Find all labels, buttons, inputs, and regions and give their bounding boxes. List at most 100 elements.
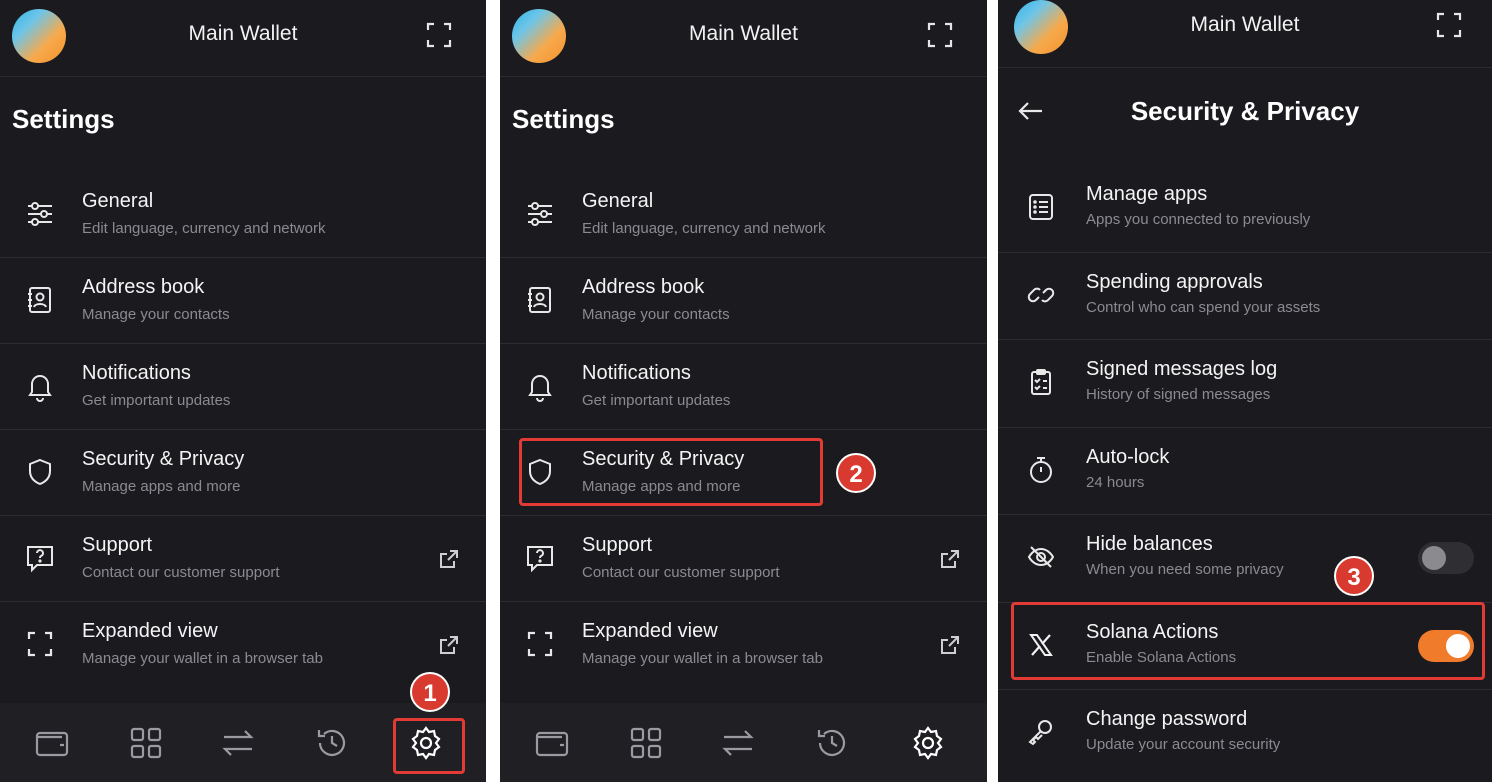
settings-item-general[interactable]: General Edit language, currency and netw…	[0, 172, 486, 258]
security-item-manage-apps[interactable]: Manage apps Apps you connected to previo…	[998, 165, 1492, 253]
wallet-icon[interactable]	[34, 725, 70, 761]
item-title: Manage apps	[1086, 183, 1208, 205]
settings-item-expanded-view[interactable]: Expanded view Manage your wallet in a br…	[0, 602, 486, 688]
external-link-icon	[939, 634, 961, 656]
expand-icon	[24, 628, 56, 660]
settings-item-address-book[interactable]: Address book Manage your contacts	[0, 258, 486, 344]
item-subtitle: Get important updates	[82, 392, 231, 409]
history-icon[interactable]	[814, 725, 850, 761]
settings-menu: General Edit language, currency and netw…	[0, 172, 486, 688]
security-item-auto-lock[interactable]: Auto-lock 24 hours	[998, 428, 1492, 515]
swap-icon[interactable]	[220, 725, 256, 761]
contact-book-icon	[24, 284, 56, 316]
item-title: Expanded view	[582, 620, 718, 642]
list-icon	[1026, 192, 1056, 222]
wallet-header: Main Wallet	[0, 0, 486, 77]
fullscreen-icon[interactable]	[1436, 12, 1462, 38]
wallet-title[interactable]: Main Wallet	[998, 13, 1492, 37]
wallet-header: Main Wallet	[500, 0, 987, 77]
bell-icon	[24, 370, 56, 402]
item-title: Signed messages log	[1086, 358, 1278, 380]
hide-balances-toggle[interactable]	[1418, 542, 1474, 574]
step-badge-3: 3	[1334, 556, 1374, 596]
item-title: Change password	[1086, 708, 1248, 730]
item-subtitle: Contact our customer support	[82, 564, 280, 581]
contact-book-icon	[524, 284, 556, 316]
settings-screen-step-2: Main Wallet Settings General Edit langua…	[500, 0, 987, 782]
settings-item-expanded-view[interactable]: Expanded view Manage your wallet in a br…	[500, 602, 987, 688]
item-subtitle: Manage your wallet in a browser tab	[582, 650, 823, 667]
external-link-icon	[939, 548, 961, 570]
item-subtitle: Edit language, currency and network	[582, 220, 826, 237]
help-chat-icon	[524, 542, 556, 574]
security-privacy-screen-step-3: Main Wallet Security & Privacy Manage ap…	[998, 0, 1492, 782]
fullscreen-icon[interactable]	[927, 22, 953, 48]
settings-gear-icon[interactable]	[910, 725, 946, 761]
security-item-signed-messages-log[interactable]: Signed messages log History of signed me…	[998, 340, 1492, 428]
item-subtitle: History of signed messages	[1086, 386, 1271, 403]
item-subtitle: Control who can spend your assets	[1086, 298, 1321, 316]
history-icon[interactable]	[314, 725, 350, 761]
item-subtitle: Get important updates	[582, 392, 731, 409]
item-title: Expanded view	[82, 620, 218, 642]
expand-icon	[524, 628, 556, 660]
wallet-icon[interactable]	[534, 725, 570, 761]
fullscreen-icon[interactable]	[426, 22, 452, 48]
wallet-title[interactable]: Main Wallet	[0, 22, 486, 46]
item-title: Notifications	[582, 362, 691, 384]
page-title: Security & Privacy	[1130, 96, 1360, 126]
shield-icon	[24, 456, 56, 488]
item-subtitle: 24 hours	[1086, 473, 1145, 491]
clipboard-check-icon	[1026, 367, 1056, 397]
item-subtitle: Contact our customer support	[582, 564, 780, 581]
sliders-icon	[24, 198, 56, 230]
item-subtitle: Manage your contacts	[582, 306, 730, 323]
key-icon	[1026, 717, 1056, 747]
highlight-solana-actions	[1011, 602, 1485, 680]
step-badge-2: 2	[836, 453, 876, 493]
item-subtitle: Manage your wallet in a browser tab	[82, 650, 323, 667]
item-title: Support	[82, 534, 153, 556]
item-title: Address book	[82, 276, 205, 298]
item-title: Notifications	[82, 362, 191, 384]
eye-off-icon	[1026, 542, 1056, 572]
external-link-icon	[438, 548, 460, 570]
item-subtitle: Edit language, currency and network	[82, 220, 326, 237]
item-title: Address book	[582, 276, 705, 298]
stopwatch-icon	[1026, 455, 1056, 485]
page-title: Settings	[512, 104, 615, 134]
link-icon	[1026, 280, 1056, 310]
item-title: Spending approvals	[1086, 270, 1263, 293]
bell-icon	[524, 370, 556, 402]
item-title: General	[82, 190, 154, 212]
item-subtitle: Update your account security	[1086, 736, 1281, 753]
security-item-hide-balances[interactable]: Hide balances When you need some privacy	[998, 515, 1492, 603]
item-title: Hide balances	[1086, 533, 1213, 555]
security-item-change-password[interactable]: Change password Update your account secu…	[998, 690, 1492, 778]
external-link-icon	[438, 634, 460, 656]
item-title: General	[582, 190, 654, 212]
item-title: Auto-lock	[1086, 445, 1170, 468]
apps-grid-icon[interactable]	[628, 725, 664, 761]
help-chat-icon	[24, 542, 56, 574]
highlight-settings-tab	[393, 718, 465, 774]
wallet-header: Main Wallet	[998, 0, 1492, 68]
item-subtitle: Apps you connected to previously	[1086, 211, 1311, 228]
settings-item-notifications[interactable]: Notifications Get important updates	[0, 344, 486, 430]
swap-icon[interactable]	[720, 725, 756, 761]
settings-item-support[interactable]: Support Contact our customer support	[0, 516, 486, 602]
step-badge-1: 1	[410, 672, 450, 712]
settings-item-address-book[interactable]: Address book Manage your contacts	[500, 258, 987, 344]
settings-item-support[interactable]: Support Contact our customer support	[500, 516, 987, 602]
page-title: Settings	[12, 104, 115, 134]
item-title: Security & Privacy	[82, 448, 245, 470]
wallet-title[interactable]: Main Wallet	[500, 22, 987, 46]
bottom-nav	[500, 703, 987, 782]
settings-item-general[interactable]: General Edit language, currency and netw…	[500, 172, 987, 258]
security-item-spending-approvals[interactable]: Spending approvals Control who can spend…	[998, 253, 1492, 340]
apps-grid-icon[interactable]	[128, 725, 164, 761]
settings-item-notifications[interactable]: Notifications Get important updates	[500, 344, 987, 430]
security-menu: Manage apps Apps you connected to previo…	[998, 165, 1492, 778]
settings-menu: General Edit language, currency and netw…	[500, 172, 987, 688]
settings-item-security-privacy[interactable]: Security & Privacy Manage apps and more	[0, 430, 486, 516]
